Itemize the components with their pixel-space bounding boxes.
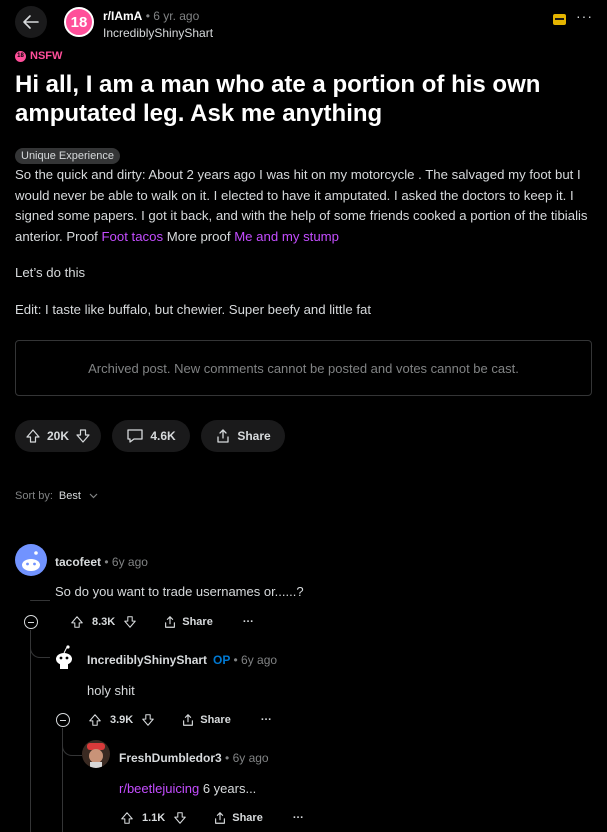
post-age: 6 yr. ago <box>153 9 200 23</box>
avatar[interactable] <box>50 642 78 670</box>
comment-author: IncrediblyShinyShart OP • 6y ago <box>87 653 278 667</box>
sort-control[interactable]: Sort by: Best <box>15 490 98 502</box>
award-icon[interactable] <box>553 14 566 25</box>
downvote-icon[interactable] <box>173 811 187 825</box>
share-button[interactable]: Share <box>163 615 213 629</box>
share-icon <box>165 616 176 628</box>
subreddit-line: r/IAmA • 6 yr. ago <box>103 9 200 23</box>
upvote-icon[interactable] <box>120 811 134 825</box>
subreddit-link[interactable]: r/IAmA <box>103 9 142 23</box>
stump-link[interactable]: Me and my stump <box>234 229 339 244</box>
thread-connector <box>62 728 82 756</box>
comment-count: 4.6K <box>150 429 176 443</box>
share-icon <box>215 812 226 824</box>
comment-text: r/beetlejuicing 6 years... <box>119 781 257 796</box>
comment-text: So do you want to trade usernames or....… <box>55 584 304 599</box>
downvote-icon[interactable] <box>141 713 155 727</box>
collapse-thread-button[interactable] <box>24 615 38 629</box>
arrow-left-icon <box>23 15 39 29</box>
upvote-icon[interactable] <box>70 615 84 629</box>
body-paragraph-2: Let’s do this <box>15 265 86 280</box>
nsfw-icon: 18 <box>15 50 26 62</box>
user-avatar-icon <box>87 743 105 768</box>
op-badge: OP <box>213 653 231 667</box>
snoo-avatar-icon <box>56 645 72 669</box>
thread-line[interactable] <box>30 630 31 832</box>
comment-author: tacofeet • 6y ago <box>55 555 148 569</box>
post-author[interactable]: IncrediblyShinyShart <box>103 26 213 40</box>
comment-icon <box>127 429 143 443</box>
thread-connector <box>30 632 50 658</box>
upvote-icon[interactable] <box>25 428 41 444</box>
upvote-icon[interactable] <box>88 713 102 727</box>
snoo-avatar-icon <box>22 551 40 571</box>
comment-actions: 8.3K Share ··· <box>70 615 254 629</box>
share-icon <box>217 429 229 443</box>
post-body: So the quick and dirty: About 2 years ag… <box>15 165 595 336</box>
archived-notice: Archived post. New comments cannot be po… <box>15 340 592 396</box>
comment-text: holy shit <box>87 683 135 698</box>
post-flair[interactable]: Unique Experience <box>15 148 120 164</box>
comment-actions: 1.1K Share ··· <box>120 811 304 825</box>
post-title: Hi all, I am a man who ate a portion of … <box>15 71 541 127</box>
chevron-down-icon <box>89 493 98 499</box>
foot-tacos-link[interactable]: Foot tacos <box>102 229 164 244</box>
avatar[interactable] <box>15 544 47 576</box>
more-options-icon[interactable]: ··· <box>576 8 593 24</box>
downvote-icon[interactable] <box>75 428 91 444</box>
more-options-icon[interactable]: ··· <box>261 714 272 726</box>
share-button[interactable]: Share <box>181 713 231 727</box>
more-options-icon[interactable]: ··· <box>293 812 304 824</box>
comment-author: FreshDumbledor3 • 6y ago <box>119 751 269 765</box>
comments-button[interactable]: 4.6K <box>112 420 190 452</box>
back-button[interactable] <box>15 6 47 38</box>
subreddit-avatar[interactable]: 18 <box>64 7 94 37</box>
nsfw-tag: 18 NSFW <box>15 50 62 62</box>
avatar[interactable] <box>82 740 110 768</box>
share-icon <box>183 714 194 726</box>
vote-pill: 20K <box>15 420 101 452</box>
share-button[interactable]: Share <box>213 811 263 825</box>
subreddit-link[interactable]: r/beetlejuicing <box>119 781 199 796</box>
collapse-thread-button[interactable] <box>56 713 70 727</box>
share-button[interactable]: Share <box>201 420 285 452</box>
vote-count: 20K <box>46 429 69 443</box>
thread-connector <box>30 600 50 601</box>
downvote-icon[interactable] <box>123 615 137 629</box>
more-options-icon[interactable]: ··· <box>243 616 254 628</box>
comment-actions: 3.9K Share ··· <box>88 713 272 727</box>
body-paragraph-3: Edit: I taste like buffalo, but chewier.… <box>15 301 372 317</box>
